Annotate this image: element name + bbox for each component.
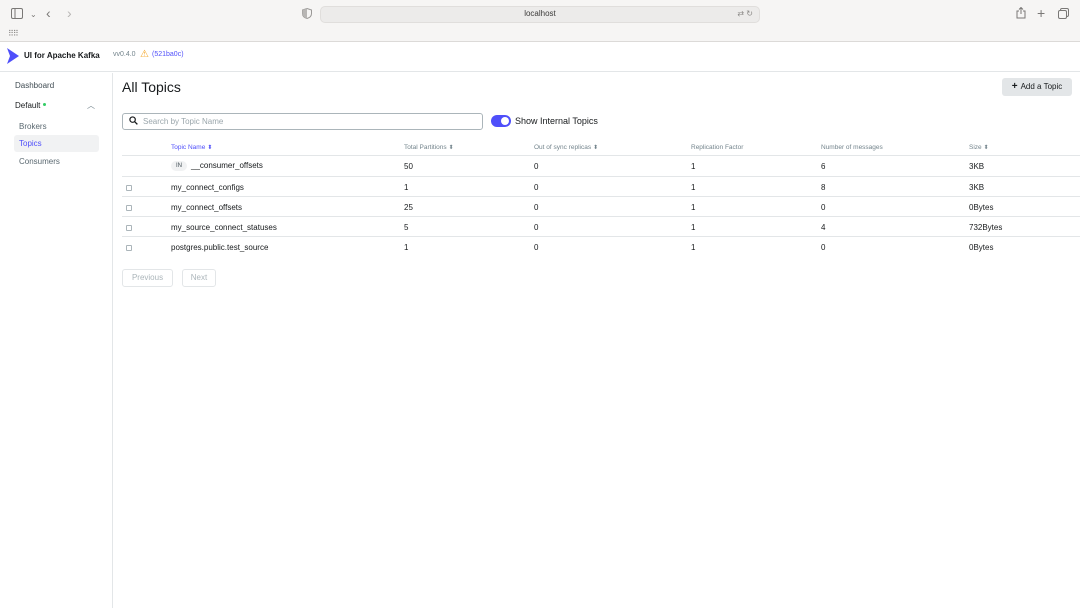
previous-button[interactable]: Previous: [122, 269, 173, 287]
replication-cell: 1: [691, 183, 696, 192]
row-checkbox[interactable]: [126, 245, 132, 251]
messages-cell: 4: [821, 223, 826, 232]
chevron-down-icon[interactable]: ⌄: [30, 8, 37, 22]
row-checkbox[interactable]: [126, 205, 132, 211]
column-header-total-partitions[interactable]: Total Partitions ⬍: [404, 144, 454, 151]
privacy-shield-icon[interactable]: [302, 7, 312, 22]
toggle-knob: [501, 117, 509, 125]
back-icon[interactable]: ‹: [46, 6, 51, 20]
table-row[interactable]: my_connect_offsets 25 0 1 0 0Bytes: [122, 196, 1080, 216]
column-header-topic-name[interactable]: Topic Name ⬍: [171, 144, 212, 151]
partitions-cell: 5: [404, 223, 409, 232]
column-label: Size: [969, 144, 982, 151]
sidebar-item-consumers[interactable]: Consumers: [14, 153, 99, 170]
sidebar-toggle-icon[interactable]: [11, 8, 23, 22]
column-label: Total Partitions: [404, 144, 447, 151]
search-input[interactable]: [143, 116, 473, 127]
table-row[interactable]: postgres.public.test_source 1 0 1 0 0Byt…: [122, 236, 1080, 256]
search-icon: [129, 116, 138, 125]
replication-cell: 1: [691, 162, 696, 171]
row-checkbox[interactable]: [126, 225, 132, 231]
grid-icon[interactable]: ⠿⠿: [8, 29, 19, 38]
column-header-size[interactable]: Size ⬍: [969, 144, 989, 151]
column-label: Topic Name: [171, 144, 206, 151]
size-cell: 732Bytes: [969, 223, 1003, 232]
table-row[interactable]: my_connect_configs 1 0 1 8 3KB: [122, 176, 1080, 196]
table-row[interactable]: my_source_connect_statuses 5 0 1 4 732By…: [122, 216, 1080, 236]
internal-badge: IN: [171, 161, 187, 171]
size-cell: 0Bytes: [969, 203, 994, 212]
url-text: localhost: [524, 9, 556, 18]
topic-name[interactable]: my_source_connect_statuses: [171, 223, 277, 232]
cluster-toggle[interactable]: Default ︿: [15, 101, 99, 115]
column-header-replication-factor: Replication Factor: [691, 144, 744, 151]
out-of-sync-cell: 0: [534, 183, 539, 192]
tab-overview-icon[interactable]: [1058, 8, 1069, 22]
row-checkbox[interactable]: [126, 185, 132, 191]
replication-cell: 1: [691, 243, 696, 252]
sort-icon: ⬍: [983, 145, 989, 151]
add-topic-button[interactable]: + Add a Topic: [1002, 78, 1072, 96]
sidebar-item-topics[interactable]: Topics: [14, 135, 99, 152]
internal-topics-toggle[interactable]: [491, 115, 511, 127]
replication-cell: 1: [691, 223, 696, 232]
main-content: All Topics +Add a Topic Show Internal To…: [114, 73, 1080, 608]
messages-cell: 6: [821, 162, 826, 171]
messages-cell: 0: [821, 203, 826, 212]
kafka-logo-icon[interactable]: [6, 48, 20, 64]
reload-icon[interactable]: ⇄ ↻: [737, 9, 753, 18]
address-bar[interactable]: localhost ⇄ ↻: [320, 6, 760, 23]
partitions-cell: 25: [404, 203, 413, 212]
sort-icon: ⬍: [448, 145, 454, 151]
chevron-up-icon[interactable]: ︿: [87, 100, 95, 111]
topic-name[interactable]: my_connect_configs: [171, 183, 244, 192]
partitions-cell: 50: [404, 162, 413, 171]
status-dot: [43, 103, 47, 106]
sidebar-item-dashboard[interactable]: Dashboard: [15, 81, 54, 90]
column-label: Out of sync replicas: [534, 144, 592, 151]
commit-link[interactable]: (521ba0c): [152, 51, 184, 58]
out-of-sync-cell: 0: [534, 203, 539, 212]
sort-icon: ⬍: [207, 145, 213, 151]
messages-cell: 0: [821, 243, 826, 252]
new-tab-icon[interactable]: +: [1037, 6, 1045, 20]
plus-icon: +: [1011, 81, 1018, 92]
topic-name[interactable]: postgres.public.test_source: [171, 243, 268, 252]
search-box[interactable]: [122, 113, 483, 130]
size-cell: 3KB: [969, 183, 985, 192]
messages-cell: 8: [821, 183, 826, 192]
toggle-label: Show Internal Topics: [515, 116, 598, 126]
column-header-number-of-messages: Number of messages: [821, 144, 883, 151]
partitions-cell: 1: [404, 183, 409, 192]
page-title: All Topics: [122, 79, 181, 95]
add-topic-label: Add a Topic: [1020, 82, 1063, 91]
table-row[interactable]: IN __consumer_offsets 50 0 1 6 3KB: [122, 155, 1080, 175]
sidebar-item-brokers[interactable]: Brokers: [14, 118, 99, 135]
partitions-cell: 1: [404, 243, 409, 252]
replication-cell: 1: [691, 203, 696, 212]
app-header: UI for Apache Kafka vv0.4.0 ⚠ (521ba0c): [0, 42, 1080, 72]
topic-name[interactable]: my_connect_offsets: [171, 203, 242, 212]
browser-toolbar: ⌄ ‹ › localhost ⇄ ↻ + ⠿⠿: [0, 0, 1080, 42]
brand-name[interactable]: UI for Apache Kafka: [24, 51, 100, 60]
cluster-name: Default: [15, 101, 41, 110]
next-button[interactable]: Next: [182, 269, 216, 287]
forward-icon[interactable]: ›: [67, 6, 72, 20]
out-of-sync-cell: 0: [534, 223, 539, 232]
sidebar: Dashboard Default ︿ Brokers Topics Consu…: [0, 73, 113, 608]
out-of-sync-cell: 0: [534, 162, 539, 171]
topic-name[interactable]: __consumer_offsets: [191, 161, 263, 170]
topic-name-cell[interactable]: IN __consumer_offsets: [171, 161, 263, 171]
column-header-out-of-sync[interactable]: Out of sync replicas ⬍: [534, 144, 598, 151]
size-cell: 0Bytes: [969, 243, 994, 252]
warning-icon: ⚠: [140, 49, 149, 60]
share-icon[interactable]: [1016, 6, 1026, 22]
version-label: vv0.4.0: [113, 51, 136, 58]
size-cell: 3KB: [969, 162, 985, 171]
sort-icon: ⬍: [593, 145, 599, 151]
out-of-sync-cell: 0: [534, 243, 539, 252]
